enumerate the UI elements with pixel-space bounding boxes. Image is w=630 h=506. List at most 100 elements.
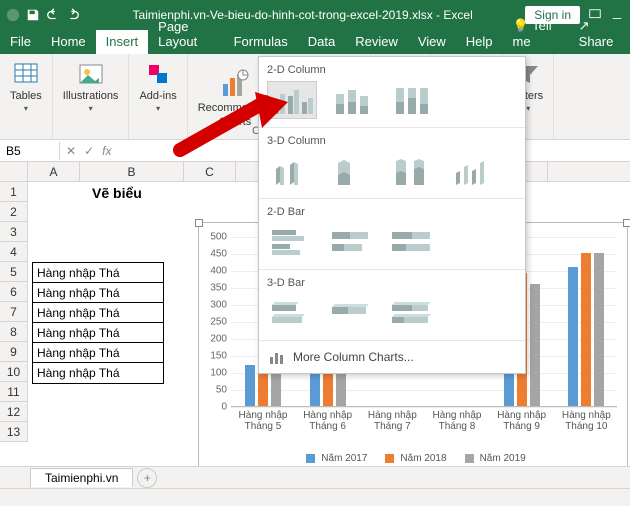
ribbon-tabs: File Home Insert Page Layout Formulas Da… bbox=[0, 30, 630, 54]
cancel-icon[interactable]: ✕ bbox=[66, 144, 76, 158]
table-row[interactable]: Hàng nhập Thá bbox=[33, 303, 163, 323]
group-addins: Add-ins▾ bbox=[129, 54, 187, 139]
tables-button[interactable]: Tables▾ bbox=[6, 58, 46, 115]
row-2[interactable]: 2 bbox=[0, 202, 28, 222]
table-row[interactable]: Hàng nhập Thá bbox=[33, 323, 163, 343]
autosave-icon[interactable] bbox=[6, 8, 20, 22]
y-tick: 0 bbox=[221, 402, 227, 413]
bar bbox=[245, 365, 255, 406]
tab-insert[interactable]: Insert bbox=[96, 30, 149, 54]
tab-home[interactable]: Home bbox=[41, 30, 96, 54]
bar bbox=[581, 253, 591, 406]
row-5[interactable]: 5 bbox=[0, 262, 28, 282]
appname: Excel bbox=[443, 8, 472, 22]
y-tick: 100 bbox=[210, 368, 227, 379]
tab-review[interactable]: Review bbox=[345, 30, 408, 54]
x-label: Hàng nhập Tháng 6 bbox=[300, 410, 356, 432]
tab-data[interactable]: Data bbox=[298, 30, 345, 54]
tab-help[interactable]: Help bbox=[456, 30, 503, 54]
resize-handle-ne[interactable] bbox=[623, 219, 630, 227]
section-2d-column: 2-D Column bbox=[267, 61, 517, 81]
y-tick: 400 bbox=[210, 266, 227, 277]
data-table: Hàng nhập Thá Hàng nhập Thá Hàng nhập Th… bbox=[32, 262, 164, 384]
illustrations-button[interactable]: Illustrations▾ bbox=[59, 58, 123, 115]
clustered-bar-option[interactable] bbox=[267, 223, 317, 261]
recommended-chart-icon bbox=[219, 68, 251, 100]
tab-view[interactable]: View bbox=[408, 30, 456, 54]
row-13[interactable]: 13 bbox=[0, 422, 28, 442]
y-tick: 200 bbox=[210, 334, 227, 345]
tab-formulas[interactable]: Formulas bbox=[224, 30, 298, 54]
charts-label: Charts bbox=[219, 116, 251, 128]
x-label: Hàng nhập Tháng 7 bbox=[364, 410, 420, 432]
3d-100-stacked-column-option[interactable] bbox=[387, 152, 437, 190]
row-1[interactable]: 1 bbox=[0, 182, 28, 202]
clustered-column-option[interactable] bbox=[267, 81, 317, 119]
sheet-heading: Vẽ biểu bbox=[82, 185, 142, 201]
undo-icon[interactable] bbox=[46, 8, 60, 22]
col-B[interactable]: B bbox=[80, 162, 184, 181]
tellme-label: Tell me bbox=[513, 18, 552, 49]
table-row[interactable]: Hàng nhập Thá bbox=[33, 263, 163, 283]
section-3d-column: 3-D Column bbox=[267, 132, 517, 152]
row-10[interactable]: 10 bbox=[0, 362, 28, 382]
addins-button[interactable]: Add-ins▾ bbox=[135, 58, 180, 115]
table-row[interactable]: Hàng nhập Thá bbox=[33, 363, 163, 383]
name-box[interactable]: B5 bbox=[0, 142, 60, 160]
add-sheet-button[interactable]: + bbox=[137, 468, 157, 488]
x-label: Hàng nhập Tháng 9 bbox=[494, 410, 550, 432]
redo-icon[interactable] bbox=[66, 8, 80, 22]
100-stacked-bar-option[interactable] bbox=[387, 223, 437, 261]
3d-stacked-bar-option[interactable] bbox=[327, 294, 377, 332]
y-tick: 450 bbox=[210, 249, 227, 260]
3d-100-stacked-bar-option[interactable] bbox=[387, 294, 437, 332]
table-row[interactable]: Hàng nhập Thá bbox=[33, 283, 163, 303]
col-A[interactable]: A bbox=[28, 162, 80, 181]
group-illustrations: Illustrations▾ bbox=[53, 54, 130, 139]
sheet-tab[interactable]: Taimienphi.vn bbox=[30, 468, 133, 487]
100-stacked-column-option[interactable] bbox=[387, 81, 437, 119]
legend-item: Năm 2019 bbox=[459, 453, 526, 464]
3d-clustered-column-option[interactable] bbox=[267, 152, 317, 190]
row-7[interactable]: 7 bbox=[0, 302, 28, 322]
row-headers: 1 2 3 4 5 6 7 8 9 10 11 12 13 bbox=[0, 182, 28, 442]
select-all-corner[interactable] bbox=[0, 162, 28, 181]
row-9[interactable]: 9 bbox=[0, 342, 28, 362]
y-tick: 250 bbox=[210, 317, 227, 328]
insert-chart-dropdown: 2-D Column 3-D Column 2-D Bar 3-D Bar bbox=[258, 56, 526, 374]
row-4[interactable]: 4 bbox=[0, 242, 28, 262]
more-column-charts[interactable]: More Column Charts... bbox=[259, 340, 525, 373]
fx-icon[interactable]: fx bbox=[102, 144, 111, 158]
stacked-column-option[interactable] bbox=[327, 81, 377, 119]
tab-tellme[interactable]: 💡 Tell me bbox=[503, 14, 569, 54]
3d-column-option[interactable] bbox=[447, 152, 497, 190]
y-tick: 300 bbox=[210, 300, 227, 311]
legend-item: Năm 2018 bbox=[379, 453, 446, 464]
save-icon[interactable] bbox=[26, 8, 40, 22]
y-tick: 500 bbox=[210, 232, 227, 243]
tab-pagelayout[interactable]: Page Layout bbox=[148, 15, 223, 54]
stacked-bar-option[interactable] bbox=[327, 223, 377, 261]
row-11[interactable]: 11 bbox=[0, 382, 28, 402]
row-6[interactable]: 6 bbox=[0, 282, 28, 302]
tab-share[interactable]: ↗ Share bbox=[569, 14, 626, 54]
bar bbox=[594, 253, 604, 406]
3d-stacked-column-option[interactable] bbox=[327, 152, 377, 190]
addins-label: Add-ins bbox=[139, 90, 176, 102]
bar bbox=[530, 284, 540, 406]
x-label: Hàng nhập Tháng 8 bbox=[429, 410, 485, 432]
table-row[interactable]: Hàng nhập Thá bbox=[33, 343, 163, 363]
bar-group bbox=[558, 253, 614, 406]
sheet-tab-bar: Taimienphi.vn + bbox=[0, 466, 630, 488]
status-bar bbox=[0, 488, 630, 506]
3d-clustered-bar-option[interactable] bbox=[267, 294, 317, 332]
tab-file[interactable]: File bbox=[0, 30, 41, 54]
addins-icon bbox=[144, 60, 172, 88]
pictures-icon bbox=[77, 60, 105, 88]
col-C[interactable]: C bbox=[184, 162, 236, 181]
row-3[interactable]: 3 bbox=[0, 222, 28, 242]
enter-icon[interactable]: ✓ bbox=[84, 144, 94, 158]
resize-handle-nw[interactable] bbox=[195, 219, 203, 227]
row-12[interactable]: 12 bbox=[0, 402, 28, 422]
row-8[interactable]: 8 bbox=[0, 322, 28, 342]
